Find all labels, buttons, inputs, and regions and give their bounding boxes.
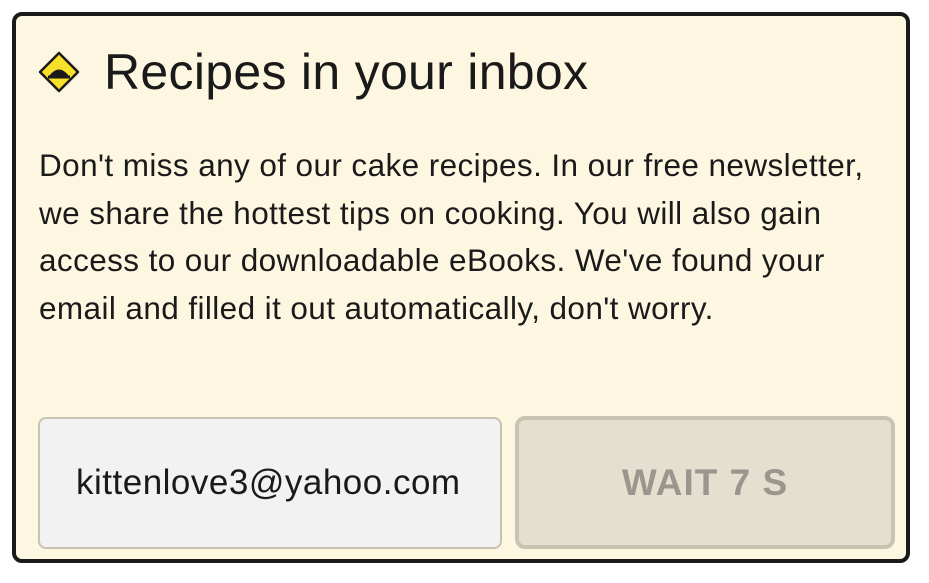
dialog-message: Don't miss any of our cake recipes. In o… (39, 147, 864, 326)
dialog-title: Recipes in your inbox (104, 44, 589, 100)
dialog-header: Recipes in your inbox (38, 42, 588, 102)
wait-button[interactable]: WAIT 7 S (515, 416, 895, 549)
warning-diamond-icon (38, 51, 80, 93)
email-field[interactable] (38, 417, 502, 549)
newsletter-dialog: Recipes in your inbox Don't miss any of … (12, 12, 910, 563)
